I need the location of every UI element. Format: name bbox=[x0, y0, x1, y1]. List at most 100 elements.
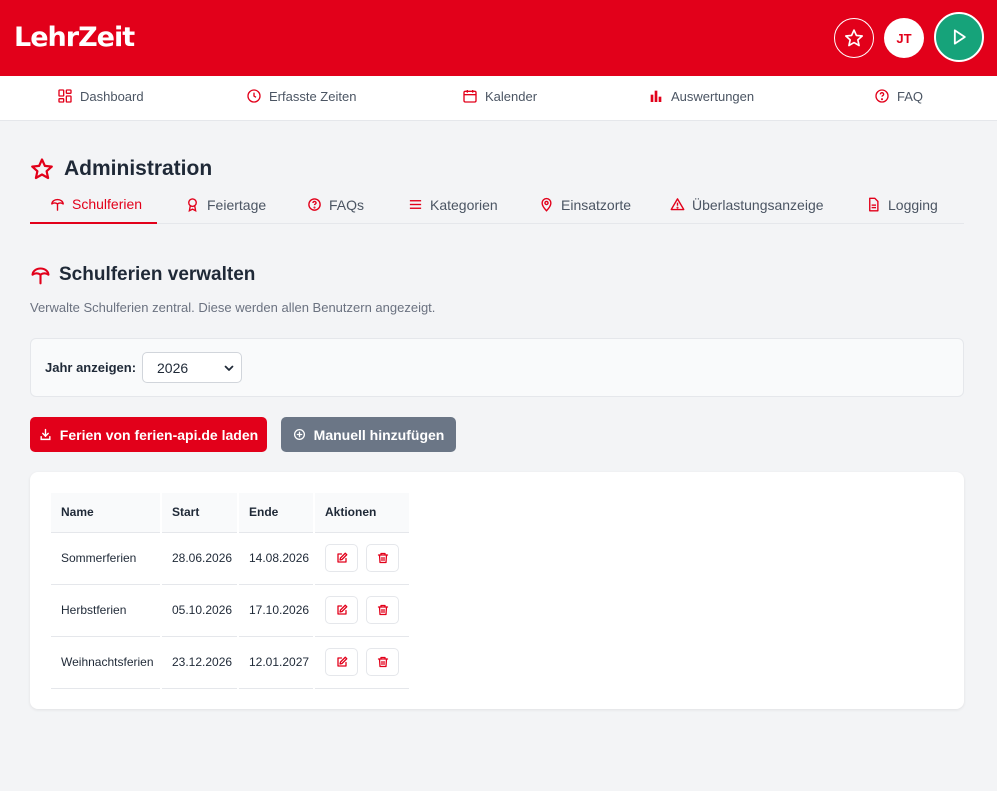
table-row: Sommerferien 28.06.2026 14.08.2026 bbox=[51, 532, 409, 585]
edit-button[interactable] bbox=[325, 648, 358, 676]
holiday-end: 14.08.2026 bbox=[237, 532, 314, 585]
edit-icon bbox=[336, 604, 347, 615]
table-header-row: Name Start Ende Aktionen bbox=[51, 493, 409, 533]
column-header-name: Name bbox=[51, 493, 161, 533]
section-title-text: Schulferien verwalten bbox=[59, 264, 256, 285]
edit-button[interactable] bbox=[325, 544, 358, 572]
holiday-end: 12.01.2027 bbox=[237, 636, 314, 689]
nav-item-kalender[interactable]: Kalender bbox=[462, 88, 537, 104]
calendar-icon bbox=[463, 90, 477, 103]
holiday-start: 28.06.2026 bbox=[160, 532, 238, 585]
table-row: Weihnachtsferien 23.12.2026 12.01.2027 bbox=[51, 636, 409, 689]
trash-icon bbox=[377, 604, 388, 616]
nav-label: Erfasste Zeiten bbox=[269, 88, 357, 104]
holiday-name: Herbstferien bbox=[51, 584, 161, 637]
tab-kategorien[interactable]: Kategorien bbox=[408, 186, 498, 223]
umbrella-icon bbox=[51, 198, 64, 211]
delete-button[interactable] bbox=[366, 544, 399, 572]
holiday-start: 23.12.2026 bbox=[160, 636, 238, 689]
holiday-end: 17.10.2026 bbox=[237, 584, 314, 637]
play-icon bbox=[953, 29, 966, 45]
holiday-name: Sommerferien bbox=[51, 532, 161, 585]
question-icon bbox=[875, 89, 889, 103]
tab-logging[interactable]: Logging bbox=[866, 186, 938, 223]
tab-label: Kategorien bbox=[430, 196, 498, 213]
warning-icon bbox=[670, 198, 685, 211]
nav-item-auswertungen[interactable]: Auswertungen bbox=[648, 88, 754, 104]
add-manually-button[interactable]: Manuell hinzufügen bbox=[281, 417, 456, 452]
delete-button[interactable] bbox=[366, 596, 399, 624]
trash-icon bbox=[377, 552, 388, 564]
bar-chart-icon bbox=[650, 90, 662, 102]
tab-ueberlastungsanzeige[interactable]: Überlastungsanzeige bbox=[670, 186, 824, 223]
year-select-value: 2026 bbox=[157, 359, 189, 376]
year-filter-panel: Jahr anzeigen: 2026 bbox=[30, 338, 964, 397]
load-holidays-label: Ferien von ferien-api.de laden bbox=[59, 426, 259, 443]
tab-label: Einsatzorte bbox=[561, 196, 632, 213]
ribbon-icon bbox=[188, 198, 197, 212]
section-description: Verwalte Schulferien zentral. Diese werd… bbox=[30, 300, 436, 315]
main-navigation: Dashboard Erfasste Zeiten Kalender Auswe… bbox=[0, 76, 997, 121]
user-avatar-button[interactable]: JT bbox=[884, 18, 924, 58]
admin-tabs: Schulferien Feiertage FAQs Kategorien Ei… bbox=[30, 186, 964, 224]
column-header-start: Start bbox=[160, 493, 238, 533]
holidays-card: Name Start Ende Aktionen Sommerferien 28… bbox=[30, 472, 964, 709]
tab-label: Logging bbox=[888, 196, 938, 213]
favorites-button[interactable] bbox=[834, 18, 874, 58]
edit-button[interactable] bbox=[325, 596, 358, 624]
nav-label: Dashboard bbox=[80, 88, 144, 104]
year-select[interactable]: 2026 bbox=[142, 352, 242, 383]
list-icon bbox=[409, 200, 422, 209]
edit-icon bbox=[336, 552, 347, 563]
plus-circle-icon bbox=[293, 428, 305, 441]
nav-item-erfasste-zeiten[interactable]: Erfasste Zeiten bbox=[246, 88, 356, 104]
chevron-down-icon bbox=[224, 365, 234, 371]
column-header-actions: Aktionen bbox=[313, 493, 409, 533]
tab-label: Schulferien bbox=[72, 196, 143, 212]
page-title-text: Administration bbox=[64, 157, 213, 180]
logo-text-right: Zeit bbox=[78, 22, 135, 53]
page-title: Administration bbox=[30, 157, 212, 181]
logo-text-left: Lehr bbox=[14, 22, 79, 53]
tab-label: FAQs bbox=[329, 196, 365, 213]
star-icon bbox=[845, 29, 863, 47]
app-header: Lehr Zeit JT bbox=[0, 0, 997, 76]
user-initials: JT bbox=[896, 30, 912, 46]
document-icon bbox=[869, 197, 879, 212]
tab-feiertage[interactable]: Feiertage bbox=[185, 186, 266, 223]
download-icon bbox=[40, 428, 51, 441]
app-logo[interactable]: Lehr Zeit bbox=[14, 22, 135, 53]
add-manually-label: Manuell hinzufügen bbox=[313, 426, 445, 443]
delete-button[interactable] bbox=[366, 648, 399, 676]
tab-faqs[interactable]: FAQs bbox=[307, 186, 364, 223]
nav-item-dashboard[interactable]: Dashboard bbox=[57, 88, 144, 104]
section-title: Schulferien verwalten bbox=[30, 264, 255, 286]
umbrella-icon bbox=[31, 267, 50, 284]
nav-label: Auswertungen bbox=[671, 88, 755, 104]
holiday-start: 05.10.2026 bbox=[160, 584, 238, 637]
clock-icon bbox=[247, 89, 261, 103]
question-icon bbox=[308, 198, 321, 211]
year-filter-label: Jahr anzeigen: bbox=[45, 360, 137, 375]
nav-label: FAQ bbox=[897, 88, 924, 104]
edit-icon bbox=[336, 656, 347, 667]
holidays-table: Name Start Ende Aktionen Sommerferien 28… bbox=[51, 493, 409, 689]
start-timer-button[interactable] bbox=[934, 12, 984, 62]
tab-schulferien[interactable]: Schulferien bbox=[30, 186, 157, 224]
row-actions bbox=[313, 636, 409, 689]
trash-icon bbox=[377, 656, 388, 668]
load-holidays-button[interactable]: Ferien von ferien-api.de laden bbox=[30, 417, 267, 452]
holiday-name: Weihnachtsferien bbox=[51, 636, 161, 689]
tab-einsatzorte[interactable]: Einsatzorte bbox=[539, 186, 631, 223]
tab-label: Feiertage bbox=[207, 196, 267, 213]
nav-item-faq[interactable]: FAQ bbox=[874, 88, 923, 104]
column-header-end: Ende bbox=[237, 493, 314, 533]
tab-label: Überlastungsanzeige bbox=[692, 196, 824, 213]
location-pin-icon bbox=[541, 197, 552, 212]
star-icon bbox=[31, 158, 53, 180]
row-actions bbox=[313, 532, 409, 585]
nav-label: Kalender bbox=[485, 88, 538, 104]
row-actions bbox=[313, 584, 409, 637]
table-row: Herbstferien 05.10.2026 17.10.2026 bbox=[51, 584, 409, 637]
dashboard-icon bbox=[58, 89, 72, 103]
